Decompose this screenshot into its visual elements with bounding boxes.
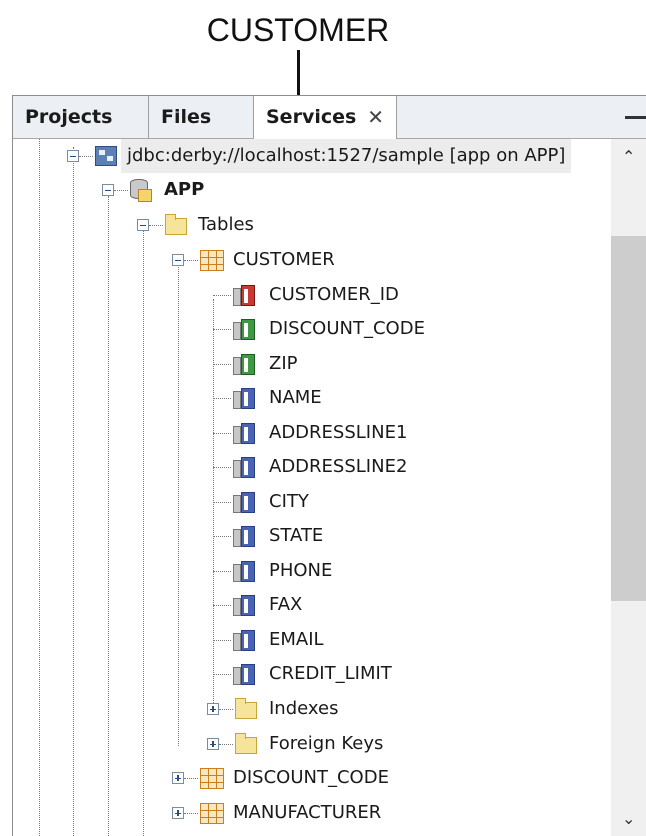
tree-node-column[interactable]: ADDRESSLINE1 bbox=[13, 416, 611, 450]
scroll-down-icon[interactable]: ⌄ bbox=[622, 809, 635, 828]
column-label: STATE bbox=[269, 525, 324, 546]
collapse-icon[interactable] bbox=[172, 254, 184, 266]
table-label: MANUFACTURER bbox=[233, 802, 382, 823]
minimize-icon[interactable] bbox=[625, 116, 646, 119]
column-label: PHONE bbox=[269, 560, 333, 581]
schema-label: APP bbox=[164, 179, 205, 200]
tree-node-foreign-keys[interactable]: Foreign Keys bbox=[13, 727, 611, 761]
schema-icon bbox=[130, 179, 152, 202]
collapse-icon[interactable] bbox=[137, 219, 149, 231]
tree-node-column[interactable]: EMAIL bbox=[13, 623, 611, 657]
scroll-up-icon[interactable]: ⌃ bbox=[622, 147, 635, 166]
vertical-scrollbar[interactable]: ⌃ ⌄ bbox=[611, 139, 646, 836]
tree-node-column[interactable]: FAX bbox=[13, 588, 611, 622]
tree-node-table[interactable]: MANUFACTURER bbox=[13, 796, 611, 830]
column-label: CUSTOMER_ID bbox=[269, 284, 399, 305]
column-icon bbox=[233, 561, 255, 582]
collapse-icon[interactable] bbox=[102, 184, 114, 196]
column-label: CREDIT_LIMIT bbox=[269, 663, 392, 684]
tree-node-tables[interactable]: Tables bbox=[13, 208, 611, 242]
tab-services-label: Services bbox=[266, 106, 357, 128]
tree-node-column[interactable]: CUSTOMER_ID bbox=[13, 278, 611, 312]
close-icon[interactable]: ✕ bbox=[367, 96, 384, 138]
foreign-keys-folder-label: Foreign Keys bbox=[269, 733, 384, 754]
tab-projects[interactable]: Projects bbox=[13, 96, 149, 138]
database-connection-icon bbox=[95, 146, 117, 166]
column-label: ADDRESSLINE2 bbox=[269, 456, 408, 477]
connection-label: jdbc:derby://localhost:1527/sample [app … bbox=[121, 139, 572, 173]
tree-node-column[interactable]: DISCOUNT_CODE bbox=[13, 312, 611, 346]
tab-files[interactable]: Files bbox=[149, 96, 254, 138]
primary-key-column-icon bbox=[233, 285, 255, 306]
column-label: ZIP bbox=[269, 353, 298, 374]
foreign-key-column-icon bbox=[233, 319, 255, 340]
expand-icon[interactable] bbox=[172, 807, 184, 819]
column-icon bbox=[233, 630, 255, 651]
column-label: CITY bbox=[269, 491, 309, 512]
column-icon bbox=[233, 664, 255, 685]
tab-services[interactable]: Services ✕ bbox=[254, 96, 397, 139]
expand-icon[interactable] bbox=[207, 738, 219, 750]
column-label: DISCOUNT_CODE bbox=[269, 318, 425, 339]
services-tree: jdbc:derby://localhost:1527/sample [app … bbox=[13, 139, 611, 836]
folder-icon bbox=[235, 733, 257, 754]
tree-node-table[interactable]: DISCOUNT_CODE bbox=[13, 761, 611, 795]
foreign-key-column-icon bbox=[233, 354, 255, 375]
column-icon bbox=[233, 423, 255, 444]
column-icon bbox=[233, 492, 255, 513]
services-panel: Projects Files Services ✕ jdbc:derby://l… bbox=[12, 95, 646, 836]
tree-node-column[interactable]: CREDIT_LIMIT bbox=[13, 657, 611, 691]
tree-node-column[interactable]: PHONE bbox=[13, 554, 611, 588]
column-icon bbox=[233, 388, 255, 409]
customer-table-label: CUSTOMER bbox=[233, 249, 335, 270]
tree-node-schema[interactable]: APP bbox=[13, 173, 611, 207]
indexes-folder-label: Indexes bbox=[269, 698, 339, 719]
tree-node-indexes[interactable]: Indexes bbox=[13, 692, 611, 726]
tables-folder-label: Tables bbox=[198, 214, 254, 235]
table-label: DISCOUNT_CODE bbox=[233, 767, 389, 788]
tree-node-column[interactable]: CITY bbox=[13, 485, 611, 519]
collapse-icon[interactable] bbox=[67, 150, 79, 162]
folder-icon bbox=[235, 698, 257, 719]
table-icon bbox=[200, 768, 224, 789]
tree-node-column[interactable]: ADDRESSLINE2 bbox=[13, 450, 611, 484]
scrollbar-thumb[interactable] bbox=[611, 236, 646, 601]
expand-icon[interactable] bbox=[172, 772, 184, 784]
column-label: ADDRESSLINE1 bbox=[269, 422, 408, 443]
table-icon bbox=[200, 803, 224, 824]
tree-node-connection[interactable]: jdbc:derby://localhost:1527/sample [app … bbox=[13, 139, 611, 173]
expand-icon[interactable] bbox=[207, 703, 219, 715]
tree-node-column[interactable]: STATE bbox=[13, 519, 611, 553]
tree-node-column[interactable]: NAME bbox=[13, 381, 611, 415]
column-icon bbox=[233, 457, 255, 478]
column-label: NAME bbox=[269, 387, 322, 408]
table-icon bbox=[200, 250, 224, 271]
column-label: FAX bbox=[269, 594, 303, 615]
folder-icon bbox=[165, 214, 187, 235]
tree-node-customer-table[interactable]: CUSTOMER bbox=[13, 243, 611, 277]
tab-bar: Projects Files Services ✕ bbox=[13, 96, 646, 139]
column-icon bbox=[233, 526, 255, 547]
column-icon bbox=[233, 595, 255, 616]
column-label: EMAIL bbox=[269, 629, 324, 650]
callout-label: CUSTOMER bbox=[206, 12, 390, 48]
tree-node-column[interactable]: ZIP bbox=[13, 347, 611, 381]
